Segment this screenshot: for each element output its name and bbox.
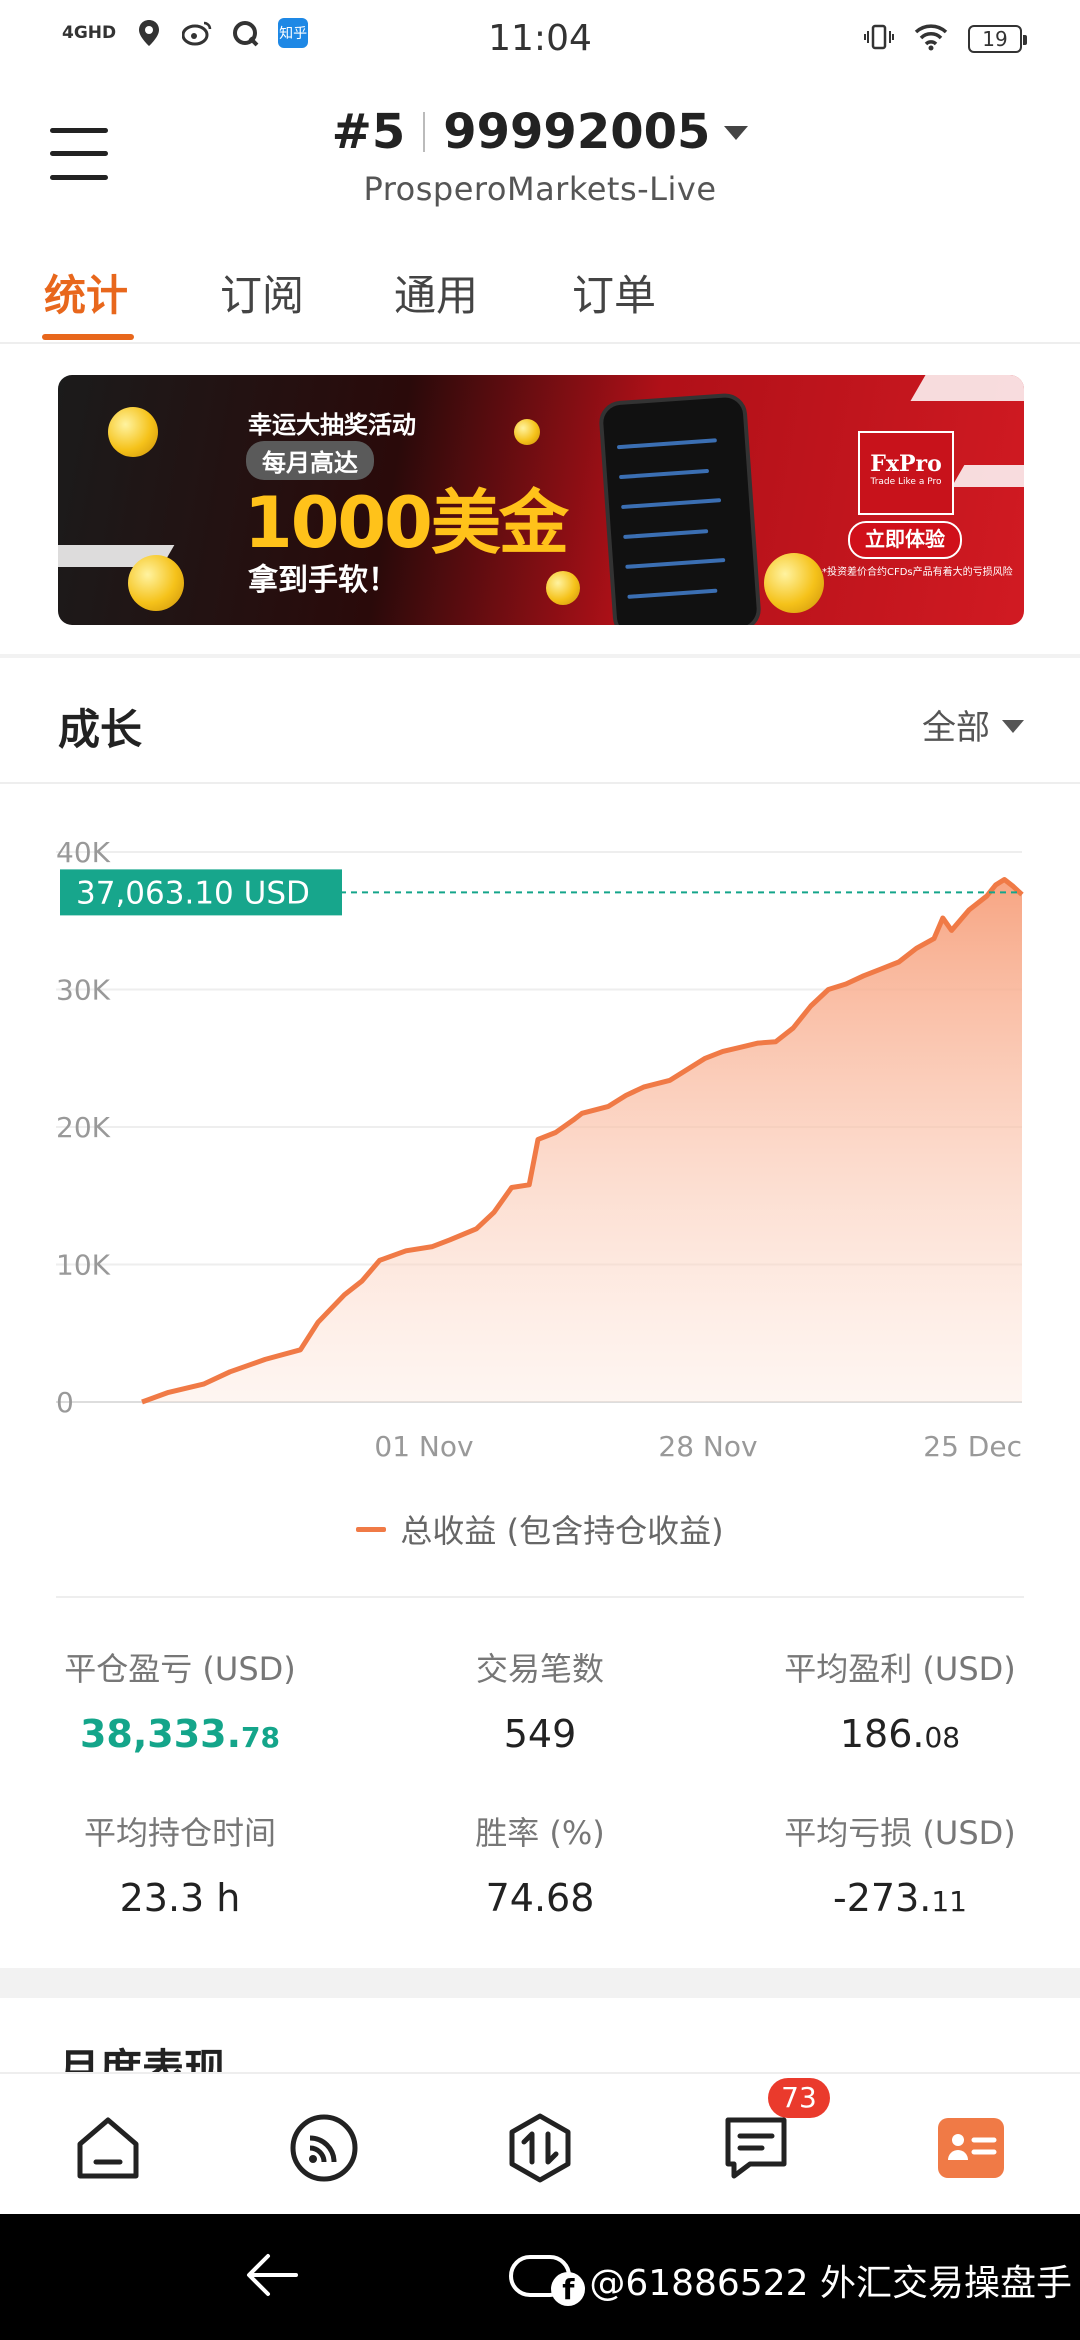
facebook-icon: f <box>551 2272 586 2306</box>
active-tab-indicator <box>42 334 134 340</box>
vibrate-icon <box>864 22 894 56</box>
coin-graphic <box>764 553 824 613</box>
wifi-icon <box>914 23 948 55</box>
x-tick-label: 01 Nov <box>374 1430 473 1463</box>
y-tick-label: 30K <box>56 974 111 1007</box>
battery-icon: 19 <box>968 25 1027 53</box>
section-divider <box>0 654 1080 658</box>
stat-label: 平均盈利 (USD) <box>784 1650 1016 1688</box>
tab-orders[interactable]: 订单 <box>572 262 656 323</box>
coin-graphic <box>546 571 580 605</box>
chart-legend: 总收益 (包含持仓收益) <box>0 1506 1080 1552</box>
y-tick-label: 20K <box>56 1111 111 1144</box>
phone-mockup <box>597 392 763 625</box>
chevron-down-icon <box>724 126 749 140</box>
legend-swatch <box>356 1527 387 1532</box>
chevron-down-icon <box>1002 720 1024 733</box>
stat-label: 平仓盈亏 (USD) <box>64 1650 296 1688</box>
stat-label: 交易笔数 <box>475 1650 604 1688</box>
server-name: ProsperoMarkets-Live <box>363 170 717 208</box>
stat-label: 平均亏损 (USD) <box>784 1814 1016 1852</box>
growth-title: 成长 <box>58 705 143 754</box>
account-selector[interactable]: #5 99992005 <box>0 104 1080 160</box>
series-area <box>142 879 1022 1402</box>
banner-subline: 拿到手软！ <box>248 563 398 598</box>
stat-value: 38,333.78 <box>79 1712 281 1756</box>
section-divider <box>56 1596 1024 1598</box>
growth-chart-svg: 40K 30K 20K 10K 0 01 Nov 28 Nov 25 Dec 37,063.10… <box>56 836 1024 1463</box>
stat-value: 23.3 h <box>119 1876 241 1920</box>
coin-graphic <box>108 407 158 457</box>
y-tick-label: 10K <box>56 1249 111 1282</box>
message-icon <box>725 2117 787 2179</box>
promo-banner[interactable]: 幸运大抽奖活动 每月高达 1000美金 拿到手软！ FxPro Trade Lik… <box>58 375 1024 625</box>
banner-headline: 幸运大抽奖活动 <box>248 411 416 439</box>
tab-bar: 统计 订阅 通用 订单 <box>0 250 1080 344</box>
coin-graphic <box>514 419 540 445</box>
y-tick-label: 0 <box>56 1386 74 1419</box>
range-filter-label: 全部 <box>922 708 990 748</box>
status-right-icons: 19 <box>864 22 1027 56</box>
status-bar: 4GHD 知乎 11:04 19 <box>0 0 1080 80</box>
stat-value: -273.11 <box>833 1876 967 1920</box>
growth-chart[interactable]: 40K 30K 20K 10K 0 01 Nov 28 Nov 25 Dec 37,063.10… <box>0 820 1080 1480</box>
nav-signals[interactable] <box>288 2112 360 2184</box>
stat-value: 186.08 <box>839 1712 961 1756</box>
title-separator <box>423 112 426 152</box>
back-arrow-icon[interactable] <box>244 2250 300 2300</box>
section-divider <box>0 782 1080 784</box>
stat-label: 胜率 (%) <box>475 1814 605 1852</box>
watermark-text: @61886522 外汇交易操盘手 <box>589 2263 1072 2304</box>
y-tick-label: 40K <box>56 836 111 869</box>
banner-stripe <box>910 375 1024 401</box>
banner-cta-button[interactable]: 立即体验 <box>848 521 962 559</box>
stat-avg-profit: 平均盈利 (USD) 186.08 <box>720 1644 1080 1756</box>
x-tick-label: 28 Nov <box>658 1430 757 1463</box>
stat-value: 549 <box>503 1712 577 1756</box>
account-id: 99992005 <box>443 104 711 160</box>
signal-feed-icon <box>290 2114 358 2182</box>
nav-profile[interactable] <box>936 2112 1008 2184</box>
stat-closed-pnl: 平仓盈亏 (USD) 38,333.78 <box>0 1644 360 1756</box>
nav-messages[interactable] <box>720 2112 792 2184</box>
legend-label: 总收益 (包含持仓收益) <box>400 1512 724 1550</box>
stat-label: 平均持仓时间 <box>83 1814 276 1852</box>
tab-general[interactable]: 通用 <box>394 262 478 323</box>
nav-trade[interactable] <box>504 2112 576 2184</box>
trade-icon <box>509 2113 571 2183</box>
stat-avg-loss: 平均亏损 (USD) -273.11 <box>720 1808 1080 1920</box>
section-gap <box>0 1968 1080 1998</box>
account-number-prefix: #5 <box>331 104 406 160</box>
x-tick-label: 25 Dec <box>923 1430 1022 1463</box>
stat-trade-count: 交易笔数 549 <box>360 1644 720 1756</box>
banner-disclaimer: *投资差价合约CFDs产品有着大的亏损风险 <box>822 567 1013 578</box>
profile-card-icon <box>938 2118 1004 2178</box>
bottom-nav <box>0 2072 1080 2216</box>
banner-amount: 1000美金 <box>244 482 569 564</box>
current-value-label: 37,063.10 USD <box>76 875 310 911</box>
fxpro-logo: FxPro Trade Like a Pro <box>858 431 954 515</box>
coin-graphic <box>128 555 184 611</box>
message-badge: 73 <box>768 2078 830 2118</box>
tab-statistics[interactable]: 统计 <box>44 262 128 323</box>
tab-subscribe[interactable]: 订阅 <box>220 262 304 323</box>
range-filter-dropdown[interactable]: 全部 <box>922 700 1024 749</box>
stat-avg-hold-time: 平均持仓时间 23.3 h <box>0 1808 360 1920</box>
stat-win-rate: 胜率 (%) 74.68 <box>360 1808 720 1920</box>
home-icon <box>77 2117 139 2179</box>
stat-value: 74.68 <box>485 1876 595 1920</box>
banner-stripe <box>951 465 1024 487</box>
nav-home[interactable] <box>72 2112 144 2184</box>
watermark: f @61886522 外汇交易操盘手 <box>551 2254 1072 2306</box>
